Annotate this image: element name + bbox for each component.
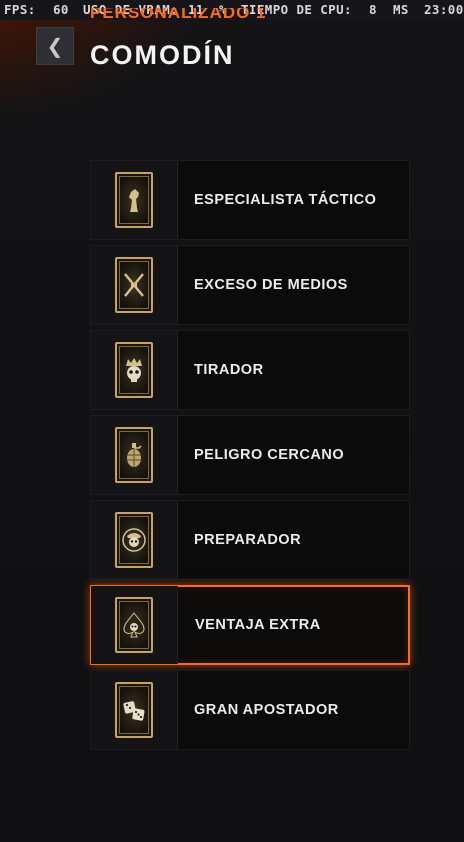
wildcard-label: PELIGRO CERCANO	[194, 447, 345, 463]
wildcard-card	[115, 342, 153, 398]
page-title: COMODÍN	[90, 40, 235, 70]
fps-label: FPS:	[4, 2, 36, 17]
wildcard-label: ESPECIALISTA TÁCTICO	[194, 192, 377, 208]
wildcard-item-gran-apostador[interactable]: GRAN APOSTADOR	[90, 670, 410, 750]
wildcard-card	[115, 427, 153, 483]
wildcard-thumbnail	[91, 671, 178, 749]
wildcard-label: TIRADOR	[194, 362, 264, 378]
crowned-skull-icon	[126, 358, 142, 382]
cpu-unit: MS	[393, 2, 409, 17]
wildcard-card	[115, 597, 153, 653]
wildcard-label: GRAN APOSTADOR	[194, 702, 339, 718]
wildcard-card	[115, 682, 153, 738]
grenade-icon	[127, 443, 142, 467]
wildcard-label: VENTAJA EXTRA	[195, 617, 321, 633]
wildcard-thumbnail	[91, 586, 178, 664]
wildcard-item-ventaja-extra[interactable]: VENTAJA EXTRA	[90, 585, 410, 665]
wildcard-item-tirador[interactable]: TIRADOR	[90, 330, 410, 410]
chevron-left-icon: ❮	[46, 34, 64, 58]
wildcard-label: PREPARADOR	[194, 532, 302, 548]
wildcard-card	[115, 257, 153, 313]
wildcard-label: EXCESO DE MEDIOS	[194, 277, 348, 293]
back-button[interactable]: ❮	[36, 27, 74, 65]
wildcard-thumbnail	[91, 501, 178, 579]
crossed-rifles-icon	[124, 273, 144, 297]
wildcard-card	[115, 512, 153, 568]
wildcard-item-preparador[interactable]: PREPARADOR	[90, 500, 410, 580]
wildcard-thumbnail	[91, 331, 178, 409]
skull-emblem-icon	[122, 528, 146, 552]
chess-knight-icon	[129, 189, 139, 212]
wildcard-thumbnail	[91, 246, 178, 324]
fps-value: 60	[53, 2, 69, 17]
wildcard-item-especialista-tactico[interactable]: ESPECIALISTA TÁCTICO	[90, 160, 410, 240]
wildcard-card	[115, 172, 153, 228]
wildcard-item-peligro-cercano[interactable]: PELIGRO CERCANO	[90, 415, 410, 495]
wildcard-item-exceso-de-medios[interactable]: EXCESO DE MEDIOS	[90, 245, 410, 325]
cpu-value: 8	[369, 2, 377, 17]
wildcard-thumbnail	[91, 416, 178, 494]
clock: 23:00	[424, 2, 464, 17]
dice-icon	[123, 701, 145, 721]
wildcard-thumbnail	[91, 161, 178, 239]
spade-skull-icon	[123, 612, 145, 638]
loadout-subtitle: PERSONALIZADO 1	[90, 8, 267, 22]
